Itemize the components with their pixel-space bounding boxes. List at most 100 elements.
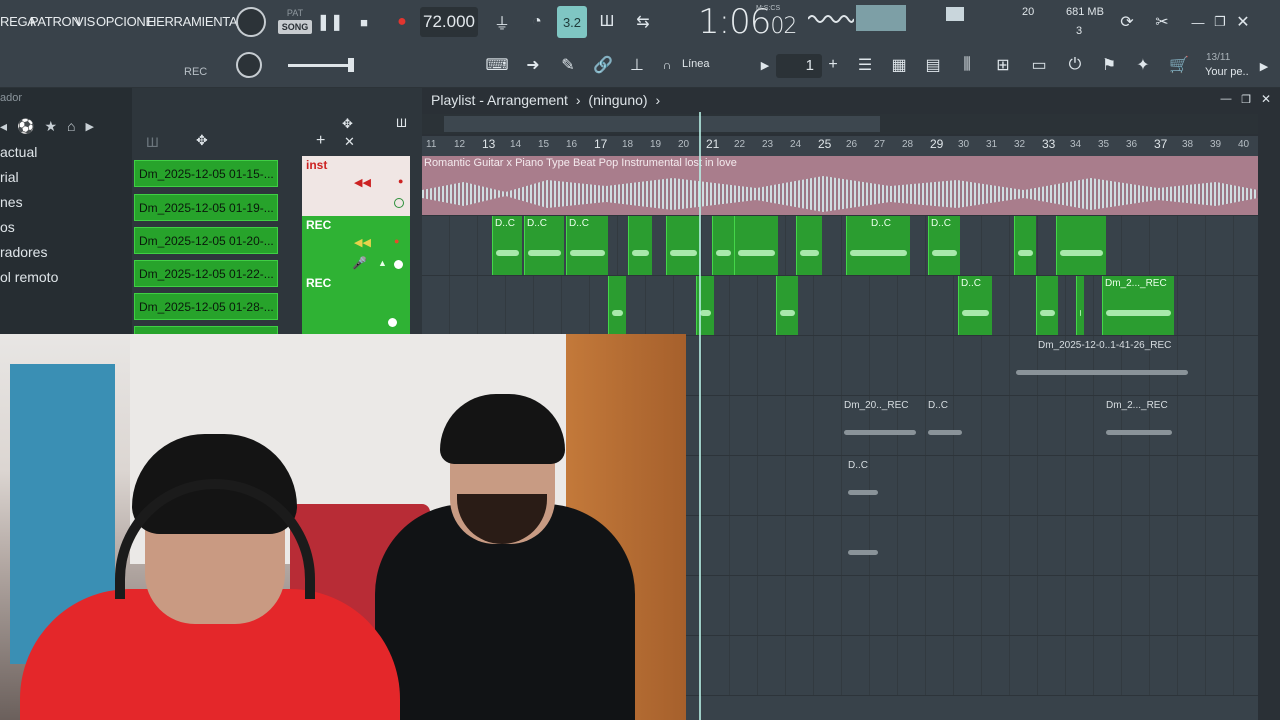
master-volume-slider[interactable] [288, 64, 354, 67]
tools-icon[interactable]: ✂ [1150, 10, 1174, 34]
track-speaker-icon[interactable]: ◀◀ [354, 236, 371, 249]
channel-rack-icon[interactable]: ▤ [920, 54, 946, 76]
folder-icon[interactable]: ⌂ [67, 118, 75, 134]
close-icon[interactable]: ✕ [1233, 12, 1253, 32]
wizard-icon[interactable]: ✦ [1130, 54, 1156, 76]
rec-clip[interactable] [1036, 276, 1058, 335]
loop-record-icon[interactable]: ⇆ [630, 10, 656, 34]
file-icon[interactable]: ▭ [1026, 54, 1052, 76]
pattern-selector[interactable]: 1 [776, 54, 822, 78]
track-led-icon[interactable] [388, 318, 397, 327]
track-led-icon[interactable] [394, 198, 404, 208]
empty-clip[interactable] [846, 518, 880, 574]
rec-clip[interactable]: D..C [492, 216, 522, 275]
rec-clip[interactable]: D..C [566, 216, 608, 275]
mic-icon[interactable]: 🎤 [352, 256, 367, 270]
track-up-icon[interactable]: ▲ [378, 258, 387, 268]
rec-clip[interactable] [712, 216, 734, 275]
playlist-close-icon[interactable]: ✕ [1258, 92, 1274, 106]
timeline-ruler[interactable]: 11 12 13 14 15 16 17 18 19 20 21 22 23 24 25 26 27 28 29 30… [422, 136, 1258, 156]
track-rec-icon[interactable]: ● [394, 236, 399, 246]
snap-mode-select[interactable]: Línea [682, 58, 710, 70]
add-track-icon[interactable]: + [316, 132, 325, 150]
track-header-inst[interactable]: inst ◀◀ ● [302, 156, 410, 216]
tempo-tapper-icon[interactable]: ⚑ [1096, 54, 1122, 76]
empty-clip[interactable]: Dm_20.._REC [842, 398, 918, 454]
minimize-icon[interactable]: — [1188, 12, 1208, 32]
rec-clip[interactable] [734, 216, 778, 275]
audio-clip-beat[interactable]: Romantic Guitar x Piano Type Beat Pop In… [422, 156, 1258, 215]
globe-icon[interactable]: ⚽ [17, 118, 34, 135]
track-speaker-icon[interactable]: ◀◀ [354, 176, 371, 189]
rec-clip[interactable] [1076, 276, 1084, 335]
track-led-icon[interactable] [394, 260, 403, 269]
clip-list-item[interactable]: Dm_2025-12-05 01-15-... [134, 160, 278, 187]
link-icon[interactable]: 🔗 [590, 54, 616, 76]
mixer-icon[interactable]: ⫼ [954, 54, 980, 76]
hint-next-icon[interactable]: ▶ [1256, 58, 1272, 74]
star-icon[interactable]: ★ [44, 118, 57, 135]
rec-clip[interactable]: Dm_2..._REC [1102, 276, 1174, 335]
browser-item-rial[interactable]: rial [0, 165, 132, 190]
rec-clip[interactable] [608, 276, 626, 335]
empty-clip[interactable]: D..C [846, 458, 880, 514]
browser-item-os[interactable]: os [0, 215, 132, 240]
track-rec-icon[interactable]: ● [398, 176, 403, 186]
arrows-icon[interactable]: ✥ [196, 132, 208, 149]
playlist-icon[interactable]: ☰ [852, 54, 878, 76]
volume-slider-handle[interactable] [348, 58, 354, 72]
browser-item-actual[interactable]: actual [0, 140, 132, 165]
piano-roll-icon[interactable]: ▦ [886, 54, 912, 76]
arrow-right-icon[interactable]: ➜ [520, 54, 546, 76]
keyboard-icon[interactable]: Ш [396, 116, 407, 130]
step-edit-icon[interactable]: Ш [594, 10, 620, 34]
pattern-prev-icon[interactable]: ▶ [758, 56, 772, 74]
browser-back-icon[interactable]: ◂ [0, 118, 7, 135]
menu-item-herramientas[interactable]: HERRAMIENTA [147, 14, 238, 29]
magnet-icon[interactable]: ∩ [658, 56, 676, 74]
add-pattern-icon[interactable]: + [824, 54, 842, 76]
master-volume-knob[interactable] [236, 7, 266, 37]
menu-item-vis[interactable]: VIS [75, 14, 95, 29]
playhead-marker[interactable] [699, 112, 701, 720]
wait-for-input-icon[interactable]: ◔ [524, 10, 550, 34]
project-browser-icon[interactable]: ⊞ [990, 54, 1016, 76]
track-header-rec-2[interactable]: REC [302, 274, 410, 334]
maximize-icon[interactable]: ❐ [1210, 12, 1230, 32]
rec-clip[interactable]: D..C [846, 216, 910, 275]
refresh-icon[interactable]: ⟳ [1115, 10, 1139, 34]
empty-clip[interactable]: Dm_2..._REC [1104, 398, 1174, 454]
menu-item-opciones[interactable]: OPCIONE [96, 14, 154, 29]
rec-clip[interactable] [796, 216, 822, 275]
hint-text[interactable]: Your pe.. [1205, 66, 1249, 78]
move-icon[interactable]: ✥ [342, 116, 353, 132]
rec-clip[interactable] [1056, 216, 1106, 275]
browser-item-radores[interactable]: radores [0, 240, 132, 265]
empty-clip[interactable]: D..C [926, 398, 964, 454]
clip-list-item[interactable]: Dm_2025-12-05 01-19-... [134, 194, 278, 221]
shop-cart-icon[interactable]: 🛒 [1166, 54, 1192, 76]
pause-button[interactable]: ❚❚ [317, 10, 344, 34]
rec-clip[interactable] [1014, 216, 1036, 275]
master-pitch-knob[interactable] [236, 52, 262, 78]
empty-clip[interactable]: Dm_2025-12-0..1-41-26_REC [1014, 338, 1190, 394]
plugin-icon[interactable]: ⏻ [1062, 54, 1088, 76]
rec-clip[interactable]: D..C [928, 216, 960, 275]
clip-list-item[interactable]: Dm_2025-12-05 01-20-... [134, 227, 278, 254]
rec-clip[interactable]: D..C [958, 276, 992, 335]
pat-song-toggle[interactable]: PAT SONG [278, 6, 312, 38]
browser-item-nes[interactable]: nes [0, 190, 132, 215]
clip-list-item[interactable]: Dm_2025-12-05 01-28-... [134, 293, 278, 320]
pencil-icon[interactable]: ✎ [555, 54, 581, 76]
tempo-display[interactable]: 72.000 [420, 7, 478, 37]
playlist-overview-scrollbar[interactable] [422, 114, 1258, 134]
stop-button[interactable]: ■ [352, 10, 376, 34]
rec-clip[interactable] [776, 276, 798, 335]
playlist-minimize-icon[interactable]: — [1218, 92, 1234, 106]
browser-item-remote[interactable]: ol remoto [0, 265, 132, 290]
rec-clip[interactable] [666, 216, 700, 275]
clip-list-item[interactable]: Dm_2025-12-05 01-22-... [134, 260, 278, 287]
rec-clip[interactable] [628, 216, 652, 275]
record-button[interactable]: ● [390, 10, 414, 34]
browser-forward-icon[interactable]: ▶ [86, 120, 94, 133]
